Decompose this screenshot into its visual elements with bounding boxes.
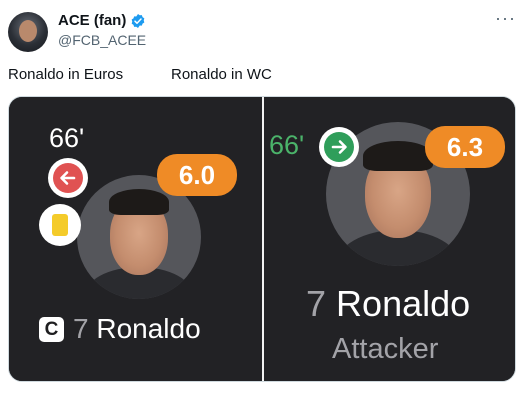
author-handle[interactable]: @FCB_ACEE <box>58 32 146 48</box>
author-display-name[interactable]: ACE (fan) <box>58 12 126 29</box>
author-avatar[interactable] <box>8 12 48 52</box>
player-name-label: 7 Ronaldo <box>306 283 470 325</box>
captain-badge: C <box>39 317 64 342</box>
caption-left: Ronaldo in Euros <box>8 66 124 83</box>
verified-badge-icon <box>131 13 145 28</box>
arrow-right-icon <box>319 127 359 167</box>
author-name-row: ACE (fan) <box>58 12 146 29</box>
rating-badge: 6.0 <box>157 154 237 196</box>
tweet-media[interactable]: 66' 6.0 C 7 Ronaldo 66' 6.3 7 Ronaldo At… <box>8 96 516 382</box>
euros-player-card: 66' 6.0 C 7 Ronaldo <box>9 97 262 381</box>
player-name-label: 7 Ronaldo <box>73 313 201 345</box>
player-position: Attacker <box>332 333 439 365</box>
player-name: Ronaldo <box>96 313 201 344</box>
sub-minute: 66' <box>269 130 305 160</box>
shirt-number: 7 <box>306 283 327 324</box>
player-name: Ronaldo <box>336 283 471 324</box>
arrow-left-icon <box>48 158 88 198</box>
wc-player-card: 66' 6.3 7 Ronaldo Attacker <box>264 97 515 381</box>
yellow-card-icon <box>39 204 81 246</box>
rating-badge: 6.3 <box>425 126 505 168</box>
caption-right: Ronaldo in WC <box>171 66 272 83</box>
more-options-icon[interactable]: ··· <box>495 8 516 29</box>
sub-minute: 66' <box>49 123 85 153</box>
shirt-number: 7 <box>73 313 89 344</box>
